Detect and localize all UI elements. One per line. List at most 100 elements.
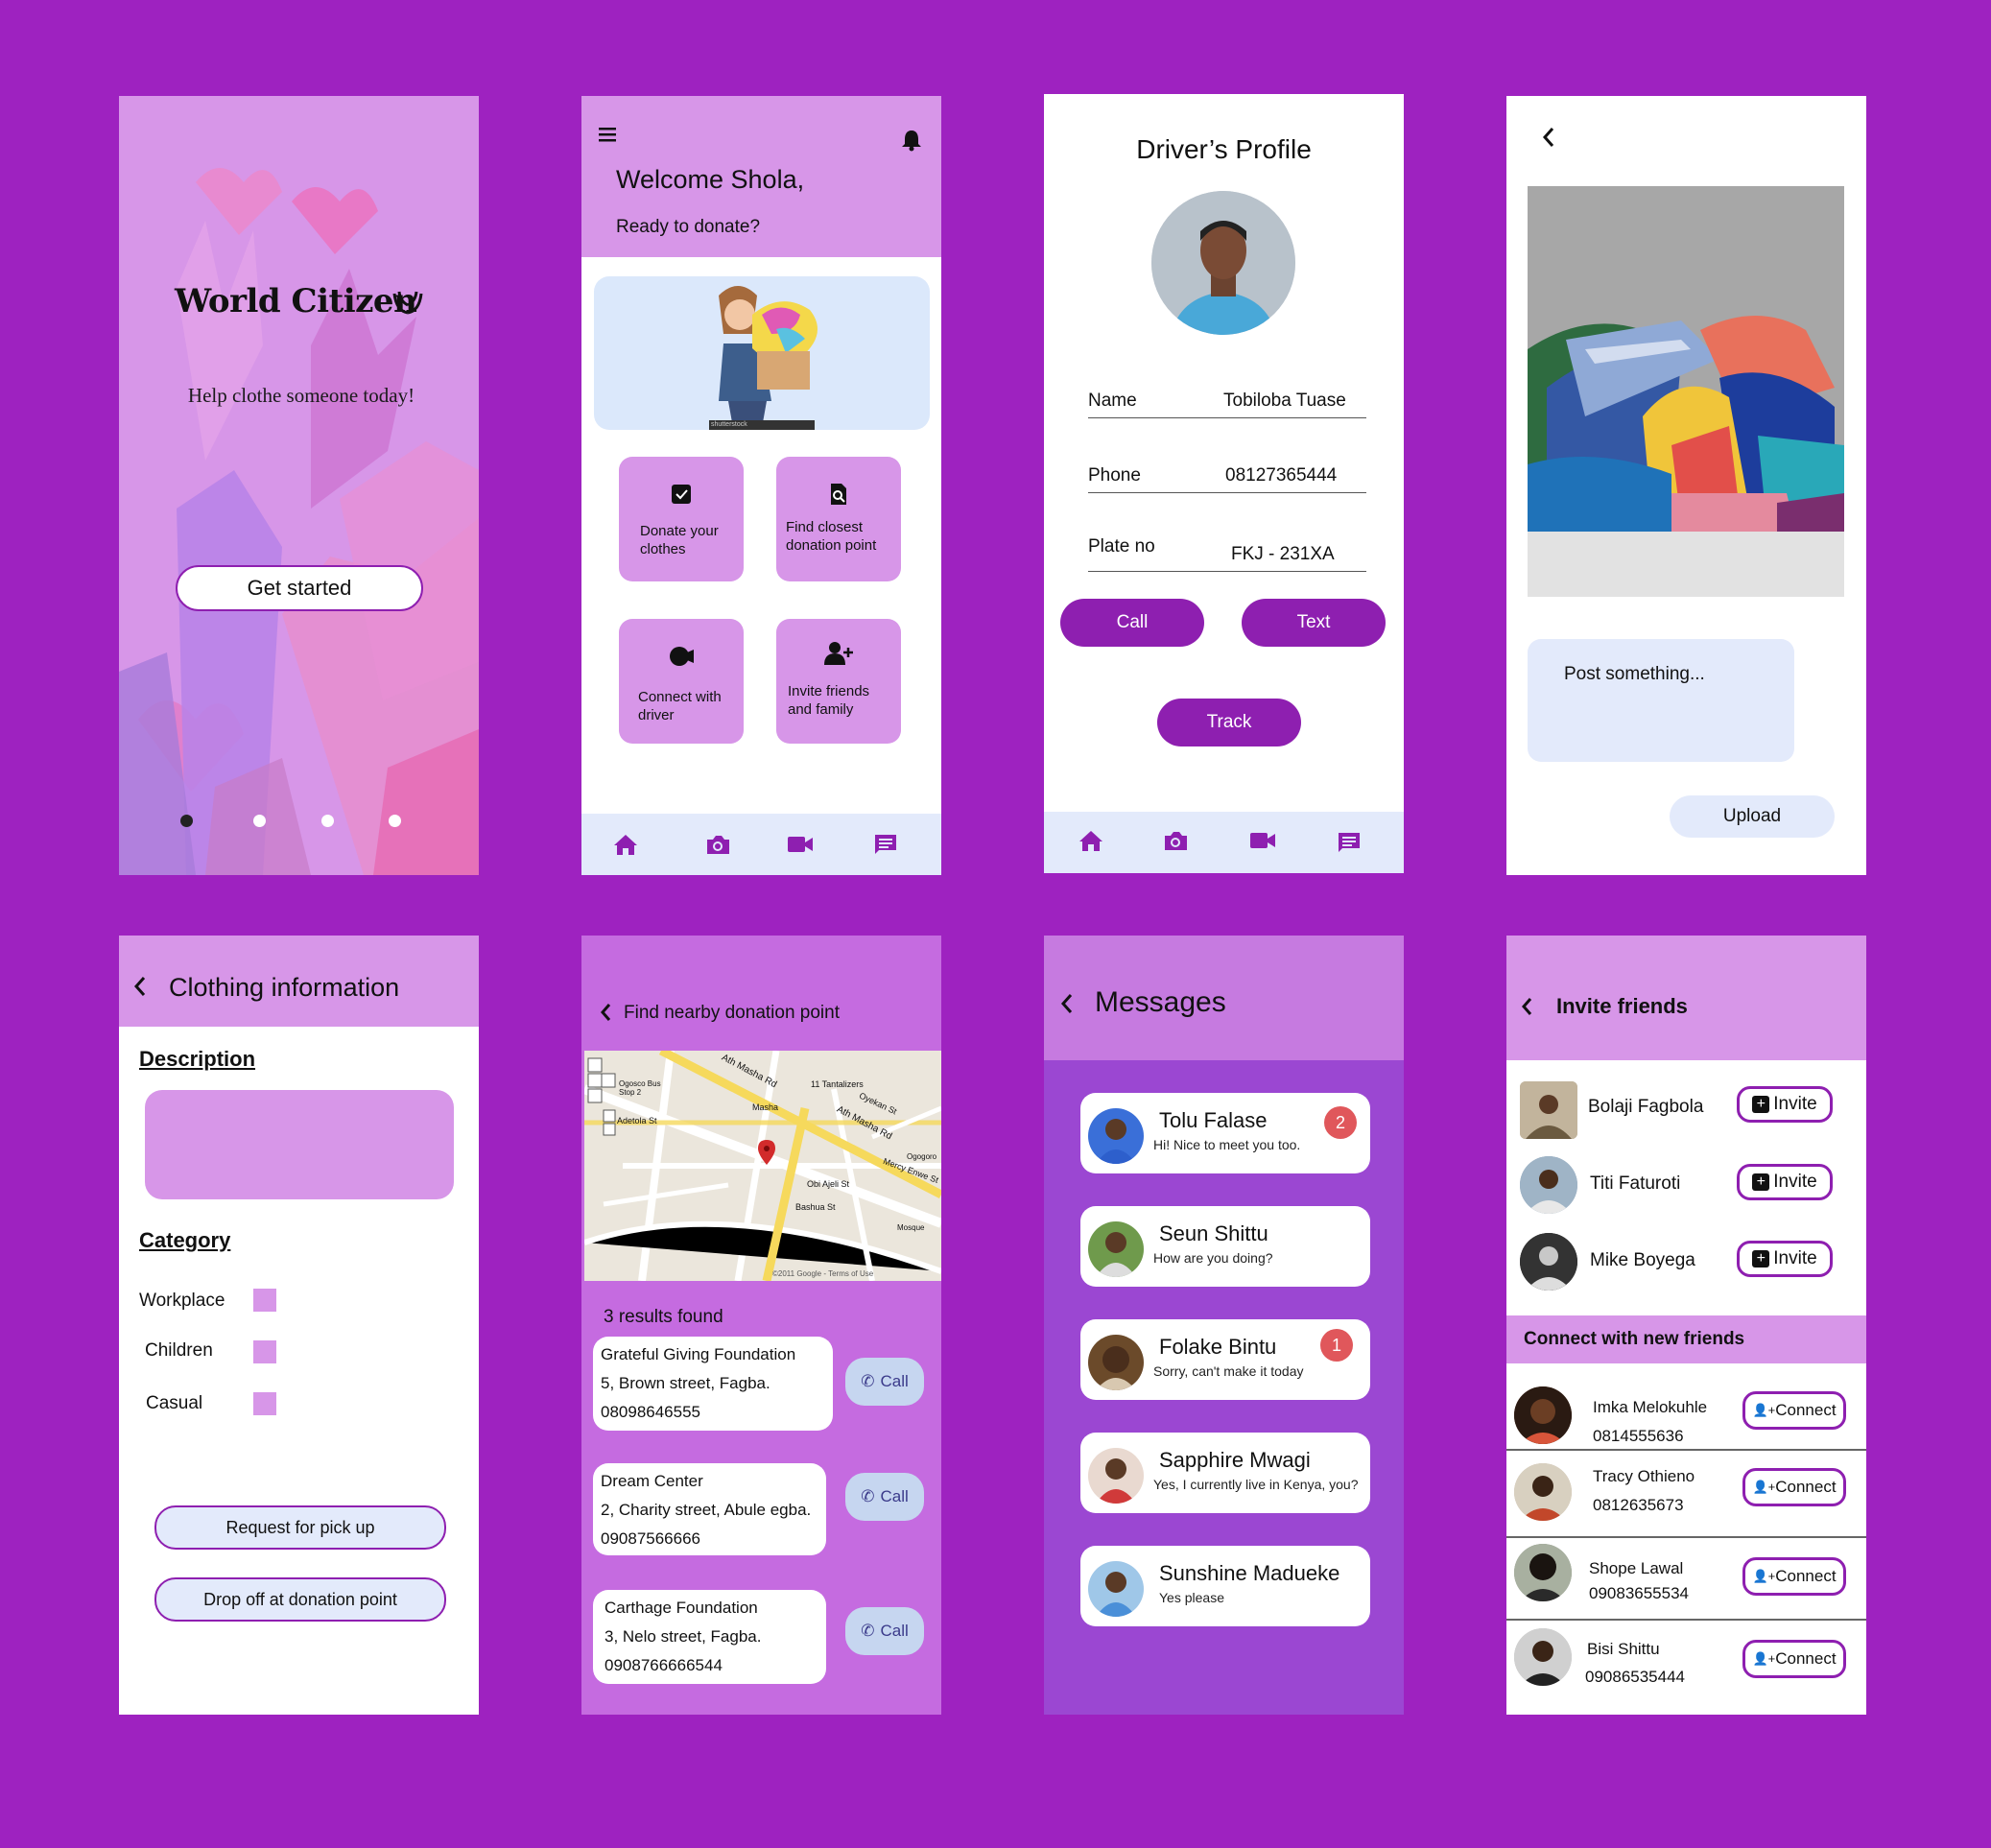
- camera-icon[interactable]: [705, 833, 730, 856]
- nearby-donation-screen: Find nearby donation point Ath Masha Rd …: [581, 936, 941, 1715]
- tagline: Help clothe someone today!: [187, 384, 415, 407]
- get-started-button[interactable]: Get started: [176, 565, 423, 611]
- plus-icon: +: [1752, 1173, 1770, 1191]
- back-chevron-icon[interactable]: [1541, 127, 1556, 148]
- contact-name: Tolu Falase: [1159, 1108, 1268, 1132]
- message-preview: Yes please: [1159, 1590, 1224, 1605]
- results-count: 3 results found: [604, 1307, 723, 1327]
- page-indicator-dot[interactable]: [321, 815, 334, 827]
- track-button[interactable]: Track: [1157, 699, 1301, 746]
- back-chevron-icon[interactable]: [1059, 993, 1075, 1014]
- clothes-photo: [1528, 186, 1844, 597]
- map-copyright: ©2011 Google - Terms of Use: [772, 1269, 874, 1278]
- back-chevron-icon[interactable]: [599, 1003, 612, 1022]
- donate-clothes-tile[interactable]: Donate your clothes: [619, 457, 744, 581]
- messages-screen: Messages Tolu Falase Hi! Nice to meet yo…: [1044, 936, 1404, 1715]
- new-friend-phone: 0814555636: [1593, 1427, 1684, 1445]
- find-donation-point-tile[interactable]: Find closest donation point: [776, 457, 901, 581]
- bell-icon[interactable]: [901, 129, 922, 152]
- map-pin-icon[interactable]: [757, 1139, 776, 1166]
- avatar: [1088, 1221, 1144, 1277]
- children-checkbox[interactable]: [253, 1340, 276, 1363]
- call-button[interactable]: ✆ Call: [845, 1358, 924, 1406]
- page-title: Invite friends: [1556, 994, 1688, 1018]
- message-item[interactable]: Folake Bintu Sorry, can't make it today …: [1080, 1319, 1370, 1400]
- avatar: [1520, 1156, 1577, 1214]
- phone-icon: ✆: [861, 1487, 875, 1505]
- call-button[interactable]: ✆ Call: [845, 1607, 924, 1655]
- connect-button[interactable]: 👤+ Connect: [1742, 1468, 1846, 1506]
- video-camera-icon[interactable]: [787, 835, 814, 854]
- add-user-icon: 👤+: [1752, 1651, 1776, 1666]
- home-icon[interactable]: [1078, 829, 1103, 852]
- message-item[interactable]: Sunshine Madueke Yes please: [1080, 1546, 1370, 1626]
- welcome-subtitle: Ready to donate?: [616, 217, 761, 237]
- avatar: [1088, 1335, 1144, 1390]
- call-button-label: Call: [880, 1622, 909, 1640]
- name-field: Name Tobiloba Tuase: [1088, 387, 1366, 418]
- connect-button[interactable]: 👤+ Connect: [1742, 1557, 1846, 1596]
- page-indicator-dot[interactable]: [389, 815, 401, 827]
- result-card[interactable]: Grateful Giving Foundation 5, Brown stre…: [593, 1337, 833, 1431]
- call-button[interactable]: Call: [1060, 599, 1204, 647]
- back-chevron-icon[interactable]: [132, 976, 148, 997]
- message-item[interactable]: Seun Shittu How are you doing?: [1080, 1206, 1370, 1287]
- bottom-navigation: [581, 814, 941, 875]
- map-street-label: Obi Ajeli St: [807, 1179, 850, 1189]
- driver-photo: [1151, 191, 1295, 335]
- invite-button[interactable]: + Invite: [1737, 1241, 1833, 1277]
- page-title: Find nearby donation point: [624, 1003, 840, 1023]
- find-document-icon: [831, 484, 846, 505]
- drop-off-button[interactable]: Drop off at donation point: [154, 1577, 446, 1622]
- connect-driver-tile[interactable]: Connect with driver: [619, 619, 744, 744]
- field-label: Name: [1088, 391, 1137, 411]
- post-input[interactable]: Post something...: [1528, 639, 1794, 762]
- invite-button[interactable]: + Invite: [1737, 1164, 1833, 1200]
- text-button[interactable]: Text: [1242, 599, 1386, 647]
- message-item[interactable]: Tolu Falase Hi! Nice to meet you too. 2: [1080, 1093, 1370, 1173]
- result-address: 3, Nelo street, Fagba.: [604, 1627, 762, 1646]
- invite-friends-tile[interactable]: Invite friends and family: [776, 619, 901, 744]
- post-screen: Post something... Upload: [1506, 96, 1866, 875]
- message-preview: Yes, I currently live in Kenya, you?: [1153, 1477, 1359, 1492]
- casual-checkbox[interactable]: [253, 1392, 276, 1415]
- back-chevron-icon[interactable]: [1520, 997, 1533, 1016]
- result-name: Grateful Giving Foundation: [601, 1345, 796, 1363]
- description-label: Description: [139, 1047, 256, 1071]
- request-pickup-button[interactable]: Request for pick up: [154, 1505, 446, 1550]
- new-friend-name: Imka Melokuhle: [1593, 1398, 1708, 1416]
- home-icon[interactable]: [613, 833, 638, 856]
- result-card[interactable]: Dream Center 2, Charity street, Abule eg…: [593, 1463, 826, 1555]
- result-card[interactable]: Carthage Foundation 3, Nelo street, Fagb…: [593, 1590, 826, 1684]
- workplace-checkbox[interactable]: [253, 1289, 276, 1312]
- tile-label: Find closest donation point: [786, 519, 877, 554]
- connect-label: Connect: [1775, 1478, 1837, 1496]
- camera-icon[interactable]: [1163, 829, 1188, 852]
- hamburger-menu-icon[interactable]: [599, 127, 616, 142]
- page-title: Clothing information: [169, 973, 400, 1002]
- map-view[interactable]: Ath Masha Rd Ath Masha Rd Masha Oyekan S…: [584, 1051, 941, 1281]
- page-indicator-dot-active[interactable]: [180, 815, 193, 827]
- driver-avatar: [1151, 191, 1295, 335]
- upload-button[interactable]: Upload: [1670, 795, 1835, 838]
- invite-button[interactable]: + Invite: [1737, 1086, 1833, 1123]
- chat-icon[interactable]: [873, 833, 898, 856]
- chat-icon[interactable]: [1337, 831, 1362, 854]
- page-indicator-dot[interactable]: [253, 815, 266, 827]
- connect-button[interactable]: 👤+ Connect: [1742, 1391, 1846, 1430]
- field-value: Tobiloba Tuase: [1223, 391, 1346, 411]
- new-friend-phone: 0812635673: [1593, 1496, 1684, 1514]
- phone-icon: ✆: [861, 1622, 875, 1640]
- invite-label: Invite: [1773, 1248, 1817, 1268]
- unread-badge: 1: [1320, 1329, 1353, 1362]
- call-button[interactable]: ✆ Call: [845, 1473, 924, 1521]
- contact-name: Sunshine Madueke: [1159, 1561, 1340, 1585]
- map-place-label: Mosque: [897, 1223, 925, 1232]
- message-item[interactable]: Sapphire Mwagi Yes, I currently live in …: [1080, 1433, 1370, 1513]
- message-preview: Hi! Nice to meet you too.: [1153, 1137, 1301, 1152]
- description-input[interactable]: [145, 1090, 454, 1199]
- video-camera-icon[interactable]: [1249, 831, 1276, 850]
- map-place-label: Ogogoro: [907, 1152, 937, 1161]
- connect-button[interactable]: 👤+ Connect: [1742, 1640, 1846, 1678]
- new-friend-name: Shope Lawal: [1589, 1559, 1684, 1577]
